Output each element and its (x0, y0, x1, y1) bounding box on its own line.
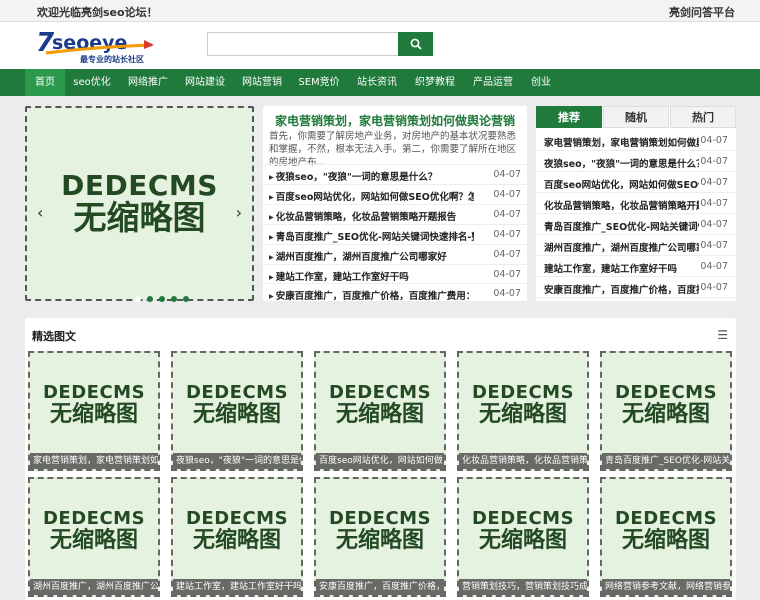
list-item[interactable]: 安康百度推广，百度推广价格，百度推广 04-07 (536, 277, 736, 298)
list-item[interactable]: 湖州百度推广，湖州百度推广公司哪家好04-07 (263, 244, 527, 264)
featured-card[interactable]: DEDECMS 无缩略图网络营销参考文献，网络营销参考 (600, 477, 732, 597)
card-caption: 青岛百度推广_SEO优化-网站关键 (602, 453, 730, 469)
search-icon (410, 38, 422, 50)
featured-card[interactable]: DEDECMS 无缩略图安康百度推广，百度推广价格， (314, 477, 446, 597)
nav-item-promotion[interactable]: 网络推广 (122, 69, 174, 96)
featured-card[interactable]: DEDECMS 无缩略图青岛百度推广_SEO优化-网站关键 (600, 351, 732, 471)
card-placeholder-image: DEDECMS 无缩略图 (328, 382, 432, 427)
slider-dots (135, 296, 189, 302)
featured-card[interactable]: DEDECMS 无缩略图化妆品营销策略，化妆品营销策略 (457, 351, 589, 471)
card-placeholder-image: DEDECMS 无缩略图 (185, 508, 289, 553)
tab-random[interactable]: 随机 (603, 106, 669, 128)
list-item[interactable]: 青岛百度推广_SEO优化-网站关键词快速04-07 (536, 214, 736, 235)
slide-placeholder-image: DEDECMS 无缩略图 (61, 169, 218, 237)
list-icon[interactable]: ☰ (717, 328, 728, 342)
card-placeholder-image: DEDECMS 无缩略图 (471, 382, 575, 427)
card-caption: 网络营销参考文献，网络营销参考 (602, 579, 730, 595)
card-placeholder-image: DEDECMS 无缩略图 (614, 382, 718, 427)
image-slider[interactable]: DEDECMS 无缩略图 ‹ › (25, 106, 254, 302)
nav-item-website-build[interactable]: 网站建设 (180, 69, 230, 96)
list-item[interactable]: 百度seo网站优化，网站如何做SEO优化啊？怎么能04-07 (263, 184, 527, 204)
logo-slogan-text: 最专业的站长社区 (80, 54, 144, 64)
card-placeholder-image: DEDECMS 无缩略图 (185, 382, 289, 427)
slider-prev-icon[interactable]: ‹ (37, 203, 43, 222)
slider-dot[interactable] (135, 296, 141, 302)
nav-item-startup[interactable]: 创业 (524, 69, 558, 96)
list-item[interactable]: 家电营销策划，家电营销策划如何做舆论 04-07 (536, 130, 736, 151)
nav-item-marketing[interactable]: 网站营销 (237, 69, 287, 96)
card-caption: 百度seo网站优化，网站如何做 (316, 453, 444, 469)
slider-dot[interactable] (171, 296, 177, 302)
featured-card[interactable]: DEDECMS 无缩略图建站工作室，建站工作室好干吗 (171, 477, 303, 597)
featured-heading: 精选图文 (32, 330, 76, 343)
list-item[interactable]: 建站工作室，建站工作室好干吗04-07 (263, 264, 527, 284)
nav-item-dede-tutorial[interactable]: 织梦教程 (410, 69, 460, 96)
nav-item-seo[interactable]: seo优化 (68, 69, 116, 96)
list-item[interactable]: 青岛百度推广_SEO优化-网站关键词快速排名-整站04-07 (263, 224, 527, 244)
card-caption: 化妆品营销策略，化妆品营销策略 (459, 453, 587, 469)
list-item[interactable]: 化妆品营销策略，化妆品营销策略开题报告04-07 (263, 204, 527, 224)
search-button[interactable] (398, 32, 433, 56)
card-caption: 夜狼seo，"夜狼"一词的意思是什 (173, 453, 301, 469)
list-item[interactable]: 百度seo网站优化，网站如何做SEO优化04-07 (536, 172, 736, 193)
featured-card[interactable]: DEDECMS 无缩略图夜狼seo，"夜狼"一词的意思是什 (171, 351, 303, 471)
card-placeholder-image: DEDECMS 无缩略图 (328, 508, 432, 553)
card-placeholder-image: DEDECMS 无缩略图 (42, 508, 146, 553)
featured-card[interactable]: DEDECMS 无缩略图家电营销策划，家电营销策划如何 (28, 351, 160, 471)
card-placeholder-image: DEDECMS 无缩略图 (614, 508, 718, 553)
welcome-text: 欢迎光临亮剑seo论坛！ (37, 6, 158, 19)
list-item[interactable]: 化妆品营销策略，化妆品营销策略开题报 04-07 (536, 193, 736, 214)
list-item[interactable]: 夜狼seo，"夜狼"一词的意思是什么？04-07 (536, 151, 736, 172)
slider-dot[interactable] (183, 296, 189, 302)
card-caption: 湖州百度推广，湖州百度推广公司 (30, 579, 158, 595)
card-caption: 建站工作室，建站工作室好干吗 (173, 579, 301, 595)
tab-panel: 推荐 随机 热门 家电营销策划，家电营销策划如何做舆论 04-07 夜狼seo，"… (536, 106, 736, 301)
tab-hot[interactable]: 热门 (670, 106, 736, 128)
featured-card[interactable]: DEDECMS 无缩略图百度seo网站优化，网站如何做 (314, 351, 446, 471)
featured-card[interactable]: DEDECMS 无缩略图湖州百度推广，湖州百度推广公司 (28, 477, 160, 597)
nav-item-webmaster-news[interactable]: 站长资讯 (352, 69, 402, 96)
nav-item-operations[interactable]: 产品运营 (468, 69, 518, 96)
list-item[interactable]: 建站工作室，建站工作室好干吗04-07 (536, 256, 736, 277)
featured-section: 精选图文 ☰ DEDECMS 无缩略图 家电营销策划，家电营销策划如何 DEDECM… (25, 318, 736, 600)
headline-panel: 家电营销策划，家电营销策划如何做舆论营销 首先，你需要了解房地产业务，对房地产的… (263, 106, 527, 303)
slider-dot[interactable] (147, 296, 153, 302)
slider-dot[interactable] (159, 296, 165, 302)
tab-recommend[interactable]: 推荐 (536, 106, 602, 128)
card-caption: 家电营销策划，家电营销策划如何 (30, 453, 158, 469)
card-placeholder-image: DEDECMS 无缩略图 (471, 508, 575, 553)
main-nav: 首页 seo优化 网络推广 网站建设 网站营销 SEM竞价 站长资讯 织梦教程 … (0, 69, 760, 96)
featured-card[interactable]: DEDECMS 无缩略图营销策划技巧，营销策划技巧成功 (457, 477, 589, 597)
header: 7 seoeye 最专业的站长社区 (0, 22, 760, 69)
card-placeholder-image: DEDECMS 无缩略图 (42, 382, 146, 427)
list-item[interactable]: 安康百度推广，百度推广价格，百度推广费用：04-07 (263, 283, 527, 303)
slider-next-icon[interactable]: › (236, 203, 242, 222)
list-item[interactable]: 湖州百度推广，湖州百度推广公司哪家好04-07 (536, 235, 736, 256)
headline-title[interactable]: 家电营销策划，家电营销策划如何做舆论营销 (263, 112, 527, 129)
list-item[interactable]: 夜狼seo，"夜狼"一词的意思是什么？04-07 (263, 164, 527, 184)
card-caption: 安康百度推广，百度推广价格， (316, 579, 444, 595)
nav-item-home[interactable]: 首页 (25, 69, 65, 96)
nav-item-sem[interactable]: SEM竞价 (294, 69, 344, 96)
site-logo[interactable]: 7 seoeye 最专业的站长社区 (36, 27, 156, 65)
card-caption: 营销策划技巧，营销策划技巧成功 (459, 579, 587, 595)
top-bar: 欢迎光临亮剑seo论坛！ 亮剑问答平台 (0, 0, 760, 22)
qa-platform-link[interactable]: 亮剑问答平台 (669, 4, 735, 20)
